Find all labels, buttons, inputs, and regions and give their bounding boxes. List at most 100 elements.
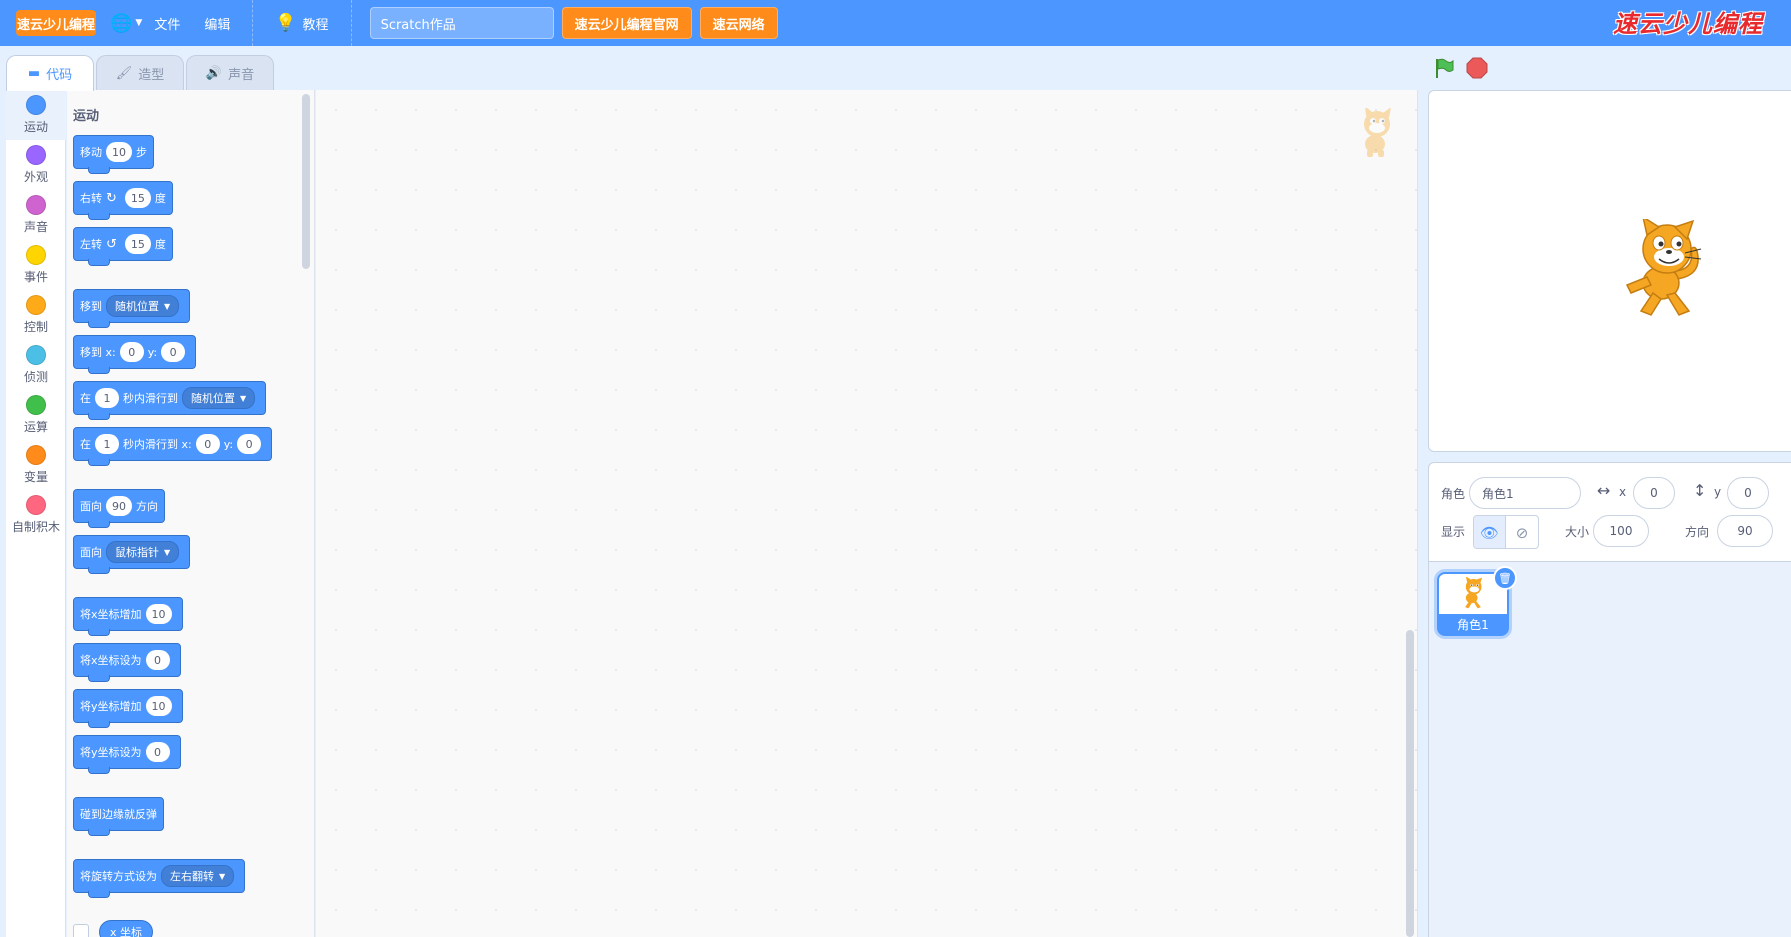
block-text: y: <box>223 437 234 451</box>
stage-canvas[interactable] <box>1428 90 1791 452</box>
set-x-block[interactable]: 将x坐标设为 0 <box>73 643 181 682</box>
block-text: 将x坐标设为 <box>80 654 142 667</box>
set-y-block[interactable]: 将y坐标设为 0 <box>73 735 181 774</box>
block-text: 面向 <box>80 546 102 559</box>
direction-input[interactable]: 90 <box>106 496 132 516</box>
glide-block[interactable]: 在 1 秒内滑行到 随机位置 ▼ <box>73 381 267 420</box>
rotate-counterclockwise-icon: ↺ <box>106 236 117 252</box>
editor-tabs: ▬ 代码 🖌 造型 🔊 声音 <box>6 55 276 91</box>
glide-target-dropdown[interactable]: 随机位置 ▼ <box>182 387 256 409</box>
speaker-icon: 🔊 <box>205 65 223 81</box>
category-variables[interactable]: 变量 <box>6 440 66 490</box>
direction-label: 方向 <box>1685 525 1710 539</box>
change-x-block[interactable]: 将x坐标增加 10 <box>73 597 183 636</box>
chevron-down-icon: ▼ <box>240 393 247 403</box>
script-workspace[interactable] <box>316 90 1418 937</box>
tab-costumes[interactable]: 🖌 造型 <box>96 55 184 90</box>
dropdown-value: 鼠标指针 <box>115 546 159 559</box>
block-text: 秒内滑行到 <box>123 392 178 405</box>
category-control[interactable]: 控制 <box>6 290 66 340</box>
category-motion[interactable]: 运动 <box>6 90 66 140</box>
app-logo[interactable]: 速云少儿编程 <box>16 10 96 36</box>
rotation-style-dropdown[interactable]: 左右翻转 ▼ <box>161 865 235 887</box>
block-text: 面向 <box>80 500 102 513</box>
move-steps-block[interactable]: 移动 10 步 <box>73 135 154 174</box>
green-flag-icon[interactable] <box>1432 56 1456 80</box>
bounce-block[interactable]: 碰到边缘就反弹 <box>73 797 164 836</box>
goto-target-dropdown[interactable]: 随机位置 ▼ <box>106 295 180 317</box>
x-position-input[interactable]: 0 <box>1633 477 1675 509</box>
project-title-input[interactable]: Scratch作品 <box>369 7 554 39</box>
category-dot-icon <box>26 95 46 115</box>
category-my-blocks[interactable]: 自制积木 <box>6 490 66 540</box>
degrees-input[interactable]: 15 <box>124 234 151 254</box>
workspace-scrollbar[interactable] <box>1406 630 1414 937</box>
tab-sounds[interactable]: 🔊 声音 <box>186 55 274 90</box>
x-position-reporter[interactable]: x 坐标 <box>99 920 154 937</box>
goto-xy-block[interactable]: 移到 x: 0 y: 0 <box>73 335 197 374</box>
show-label: 显示 <box>1441 525 1466 539</box>
category-label: 声音 <box>23 220 48 234</box>
cat-sprite-icon[interactable] <box>1617 215 1713 326</box>
trash-icon[interactable]: 🗑 <box>1493 566 1517 590</box>
block-text: 左转 <box>80 238 102 251</box>
palette-scrollbar[interactable] <box>302 94 310 269</box>
x-position-checkbox[interactable] <box>73 924 89 937</box>
language-menu[interactable]: 🌐 ▼ <box>110 13 142 34</box>
y-position-input[interactable]: 0 <box>1727 477 1769 509</box>
point-towards-block[interactable]: 面向 鼠标指针 ▼ <box>73 535 191 574</box>
turn-left-block[interactable]: 左转 ↺ 15 度 <box>73 227 173 266</box>
official-site-button[interactable]: 速云少儿编程官网 <box>561 7 692 39</box>
y-input[interactable]: 0 <box>161 342 186 362</box>
glide-xy-block[interactable]: 在 1 秒内滑行到 x: 0 y: 0 <box>73 427 273 466</box>
category-label: 运动 <box>23 120 48 134</box>
stop-icon[interactable] <box>1466 57 1488 79</box>
tab-code[interactable]: ▬ 代码 <box>6 55 94 91</box>
goto-block[interactable]: 移到 随机位置 ▼ <box>73 289 191 328</box>
degrees-input[interactable]: 15 <box>124 188 151 208</box>
seconds-input[interactable]: 1 <box>95 388 119 408</box>
category-sensing[interactable]: 侦测 <box>6 340 66 390</box>
point-direction-block[interactable]: 面向 90 方向 <box>73 489 165 528</box>
category-operators[interactable]: 运算 <box>6 390 66 440</box>
steps-input[interactable]: 10 <box>106 142 132 162</box>
turn-right-block[interactable]: 右转 ↻ 15 度 <box>73 181 173 220</box>
category-looks[interactable]: 外观 <box>6 140 66 190</box>
seconds-input[interactable]: 1 <box>95 434 119 454</box>
chevron-down-icon: ▼ <box>135 18 143 28</box>
hide-sprite-icon[interactable]: ⊘ <box>1506 516 1538 548</box>
y-set-input[interactable]: 0 <box>145 742 170 762</box>
x-change-input[interactable]: 10 <box>145 604 172 624</box>
file-menu[interactable]: 文件 <box>142 0 192 46</box>
network-button[interactable]: 速云网络 <box>699 7 778 39</box>
change-y-block[interactable]: 将y坐标增加 10 <box>73 689 183 728</box>
palette-section-label: 运动 <box>73 109 100 124</box>
category-dot-icon <box>26 245 46 265</box>
x-input[interactable]: 0 <box>195 434 220 454</box>
x-set-input[interactable]: 0 <box>145 650 170 670</box>
category-events[interactable]: 事件 <box>6 240 66 290</box>
y-input[interactable]: 0 <box>237 434 262 454</box>
block-text: 在 <box>80 438 91 451</box>
direction-input[interactable]: 90 <box>1717 515 1773 547</box>
visibility-toggle: 👁 ⊘ <box>1473 515 1539 549</box>
code-icon: ▬ <box>27 66 41 81</box>
category-label: 控制 <box>23 320 48 334</box>
tutorial-menu[interactable]: 💡 教程 <box>263 0 340 46</box>
block-text: 度 <box>154 192 166 205</box>
stage-controls <box>1432 56 1488 80</box>
block-text: 将旋转方式设为 <box>80 870 157 883</box>
sprite-name-input[interactable]: 角色1 <box>1469 477 1581 509</box>
rotation-style-block[interactable]: 将旋转方式设为 左右翻转 ▼ <box>73 859 246 898</box>
size-input[interactable]: 100 <box>1593 515 1649 547</box>
category-sound[interactable]: 声音 <box>6 190 66 240</box>
edit-menu[interactable]: 编辑 <box>192 0 242 46</box>
show-sprite-icon[interactable]: 👁 <box>1474 516 1507 548</box>
dropdown-value: 随机位置 <box>115 300 159 313</box>
sprite-tile[interactable]: 角色1 🗑 <box>1437 566 1517 636</box>
y-change-input[interactable]: 10 <box>145 696 172 716</box>
brush-icon: 🖌 <box>115 65 133 81</box>
towards-target-dropdown[interactable]: 鼠标指针 ▼ <box>106 541 180 563</box>
block-text: 移到 <box>80 300 102 313</box>
x-input[interactable]: 0 <box>119 342 144 362</box>
